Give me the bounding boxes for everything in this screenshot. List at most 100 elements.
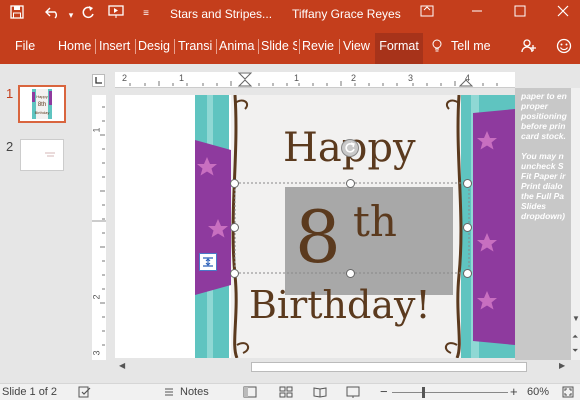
notes-line: the Full Pa (521, 191, 564, 201)
tab-format[interactable]: Format (375, 33, 423, 64)
slide-sorter-icon[interactable] (279, 386, 293, 400)
minimize-icon[interactable] (468, 5, 486, 21)
notes-line: Fit Paper ir (521, 171, 566, 181)
tab-file[interactable]: File (15, 39, 37, 53)
ruler-number: 2 (122, 73, 128, 83)
notes-line: proper (521, 101, 548, 111)
tab-slide-show[interactable]: Slide S (261, 39, 297, 53)
tab-animations[interactable]: Anima (219, 39, 256, 53)
horizontal-scrollbar[interactable]: ◀ ▶ (115, 360, 571, 374)
scroll-right-icon[interactable]: ▶ (559, 361, 565, 370)
resize-handle[interactable] (230, 223, 239, 232)
notes-button[interactable]: Notes (180, 386, 209, 398)
slide-thumbnail-1[interactable]: Happy 8th Birthday (18, 85, 66, 123)
slide-text-number[interactable]: 8 (295, 195, 341, 279)
save-icon[interactable] (8, 5, 26, 23)
notes-line: card stock. (521, 131, 566, 141)
resize-handle[interactable] (463, 269, 472, 278)
scroll-left-icon[interactable]: ◀ (119, 361, 125, 370)
ruler-number: 1 (294, 73, 300, 83)
zoom-slider-thumb[interactable] (422, 387, 425, 398)
fit-slide-icon[interactable] (562, 386, 574, 400)
resize-handle[interactable] (463, 223, 472, 232)
tab-home[interactable]: Home (58, 39, 92, 53)
resize-handle[interactable] (346, 269, 355, 278)
undo-dropdown-icon[interactable]: ▾ (62, 7, 80, 23)
resize-handle[interactable] (463, 179, 472, 188)
zoom-slider-track[interactable] (392, 392, 508, 393)
status-bar: Slide 1 of 2 Notes − + 60% (0, 383, 580, 400)
lightbulb-icon (432, 39, 442, 56)
spell-check-icon[interactable] (78, 386, 91, 400)
slideshow-icon[interactable] (346, 386, 360, 400)
notes-line: Slides (521, 201, 547, 211)
thumbnail-number: 2 (6, 139, 14, 154)
ruler-number: 2 (351, 73, 357, 83)
title-bar: ▾ ≡ Stars and Stripes... Tiffany Grace R… (0, 0, 580, 27)
rotate-handle[interactable] (341, 139, 359, 157)
normal-view-icon[interactable] (243, 386, 257, 400)
ruler-number: 4 (465, 73, 471, 83)
maximize-icon[interactable] (511, 5, 529, 21)
tab-design[interactable]: Desig (138, 39, 171, 53)
ruler-number: 3 (408, 73, 414, 83)
present-icon[interactable] (107, 5, 125, 23)
vertical-ruler[interactable]: 1 2 3 (92, 95, 106, 360)
add-person-icon[interactable] (521, 38, 537, 57)
previous-slide-icon[interactable]: ⏶ (572, 332, 578, 342)
thumbnail-preview (45, 152, 55, 157)
tab-transitions[interactable]: Transi (178, 39, 214, 53)
tab-selector[interactable] (92, 74, 105, 87)
user-name[interactable]: Tiffany Grace Reyes (292, 7, 401, 21)
thumbnail-number: 1 (6, 86, 14, 101)
notes-line: before prin (521, 121, 566, 131)
tab-review[interactable]: Revie (302, 39, 337, 53)
ruler-number: 3 (91, 350, 102, 356)
scroll-down-icon[interactable]: ▼ (572, 314, 580, 323)
document-title: Stars and Stripes... (170, 7, 273, 21)
scroll-thumb[interactable] (251, 362, 527, 372)
resize-handle[interactable] (230, 179, 239, 188)
ruler-ticks (92, 106, 106, 346)
close-icon[interactable] (554, 5, 572, 21)
slide-thumbnail-2[interactable] (20, 139, 64, 171)
tab-insert[interactable]: Insert (99, 39, 133, 53)
ribbon-display-options-icon[interactable] (418, 5, 436, 21)
customize-toolbar-icon[interactable]: ≡ (137, 6, 155, 22)
slide-text-suffix[interactable]: th (353, 197, 397, 246)
notes-line: paper to en (521, 91, 567, 101)
zoom-in-icon[interactable]: + (510, 384, 518, 399)
notes-line: dropdown) (521, 211, 565, 221)
slide-counter[interactable]: Slide 1 of 2 (2, 386, 57, 398)
slide-thumbnail-pane: 1 Happy 8th Birthday 2 (0, 64, 82, 383)
ruler-number: 1 (91, 127, 102, 133)
notes-line: Print dialo (521, 181, 563, 191)
undo-icon[interactable] (44, 5, 62, 23)
zoom-level[interactable]: 60% (527, 386, 549, 398)
redo-icon[interactable] (79, 5, 97, 23)
slide-canvas[interactable]: Happy 8 th Birthday! (115, 95, 515, 358)
svg-text:Happy: Happy (36, 94, 48, 99)
svg-text:Birthday: Birthday (35, 110, 50, 115)
ruler-number: 1 (179, 73, 185, 83)
thumbnail-preview: Happy 8th Birthday (22, 89, 62, 119)
ruler-number: 2 (91, 294, 102, 300)
zoom-out-icon[interactable]: − (380, 384, 388, 399)
horizontal-ruler[interactable]: 2 1 1 2 3 4 (115, 72, 515, 88)
layout-options-icon[interactable] (199, 253, 217, 271)
slide-text-birthday[interactable]: Birthday! (249, 283, 431, 327)
tell-me-box[interactable]: Tell me (451, 39, 491, 53)
resize-handle[interactable] (346, 179, 355, 188)
next-slide-icon[interactable]: ⏷ (572, 346, 578, 356)
ribbon-tab-bar: File Home Insert Desig Transi Anima Slid… (0, 27, 580, 64)
vertical-scrollbar[interactable]: ▼ ⏶ ⏷ (571, 88, 580, 360)
tab-view[interactable]: View (343, 39, 373, 53)
notes-line: uncheck S (521, 161, 564, 171)
reading-view-icon[interactable] (313, 386, 327, 400)
svg-text:8th: 8th (38, 102, 46, 108)
resize-handle[interactable] (230, 269, 239, 278)
notes-icon[interactable] (164, 386, 174, 400)
smiley-icon[interactable] (556, 38, 572, 57)
notes-line: You may n (521, 151, 564, 161)
ruler-ticks (129, 72, 498, 87)
